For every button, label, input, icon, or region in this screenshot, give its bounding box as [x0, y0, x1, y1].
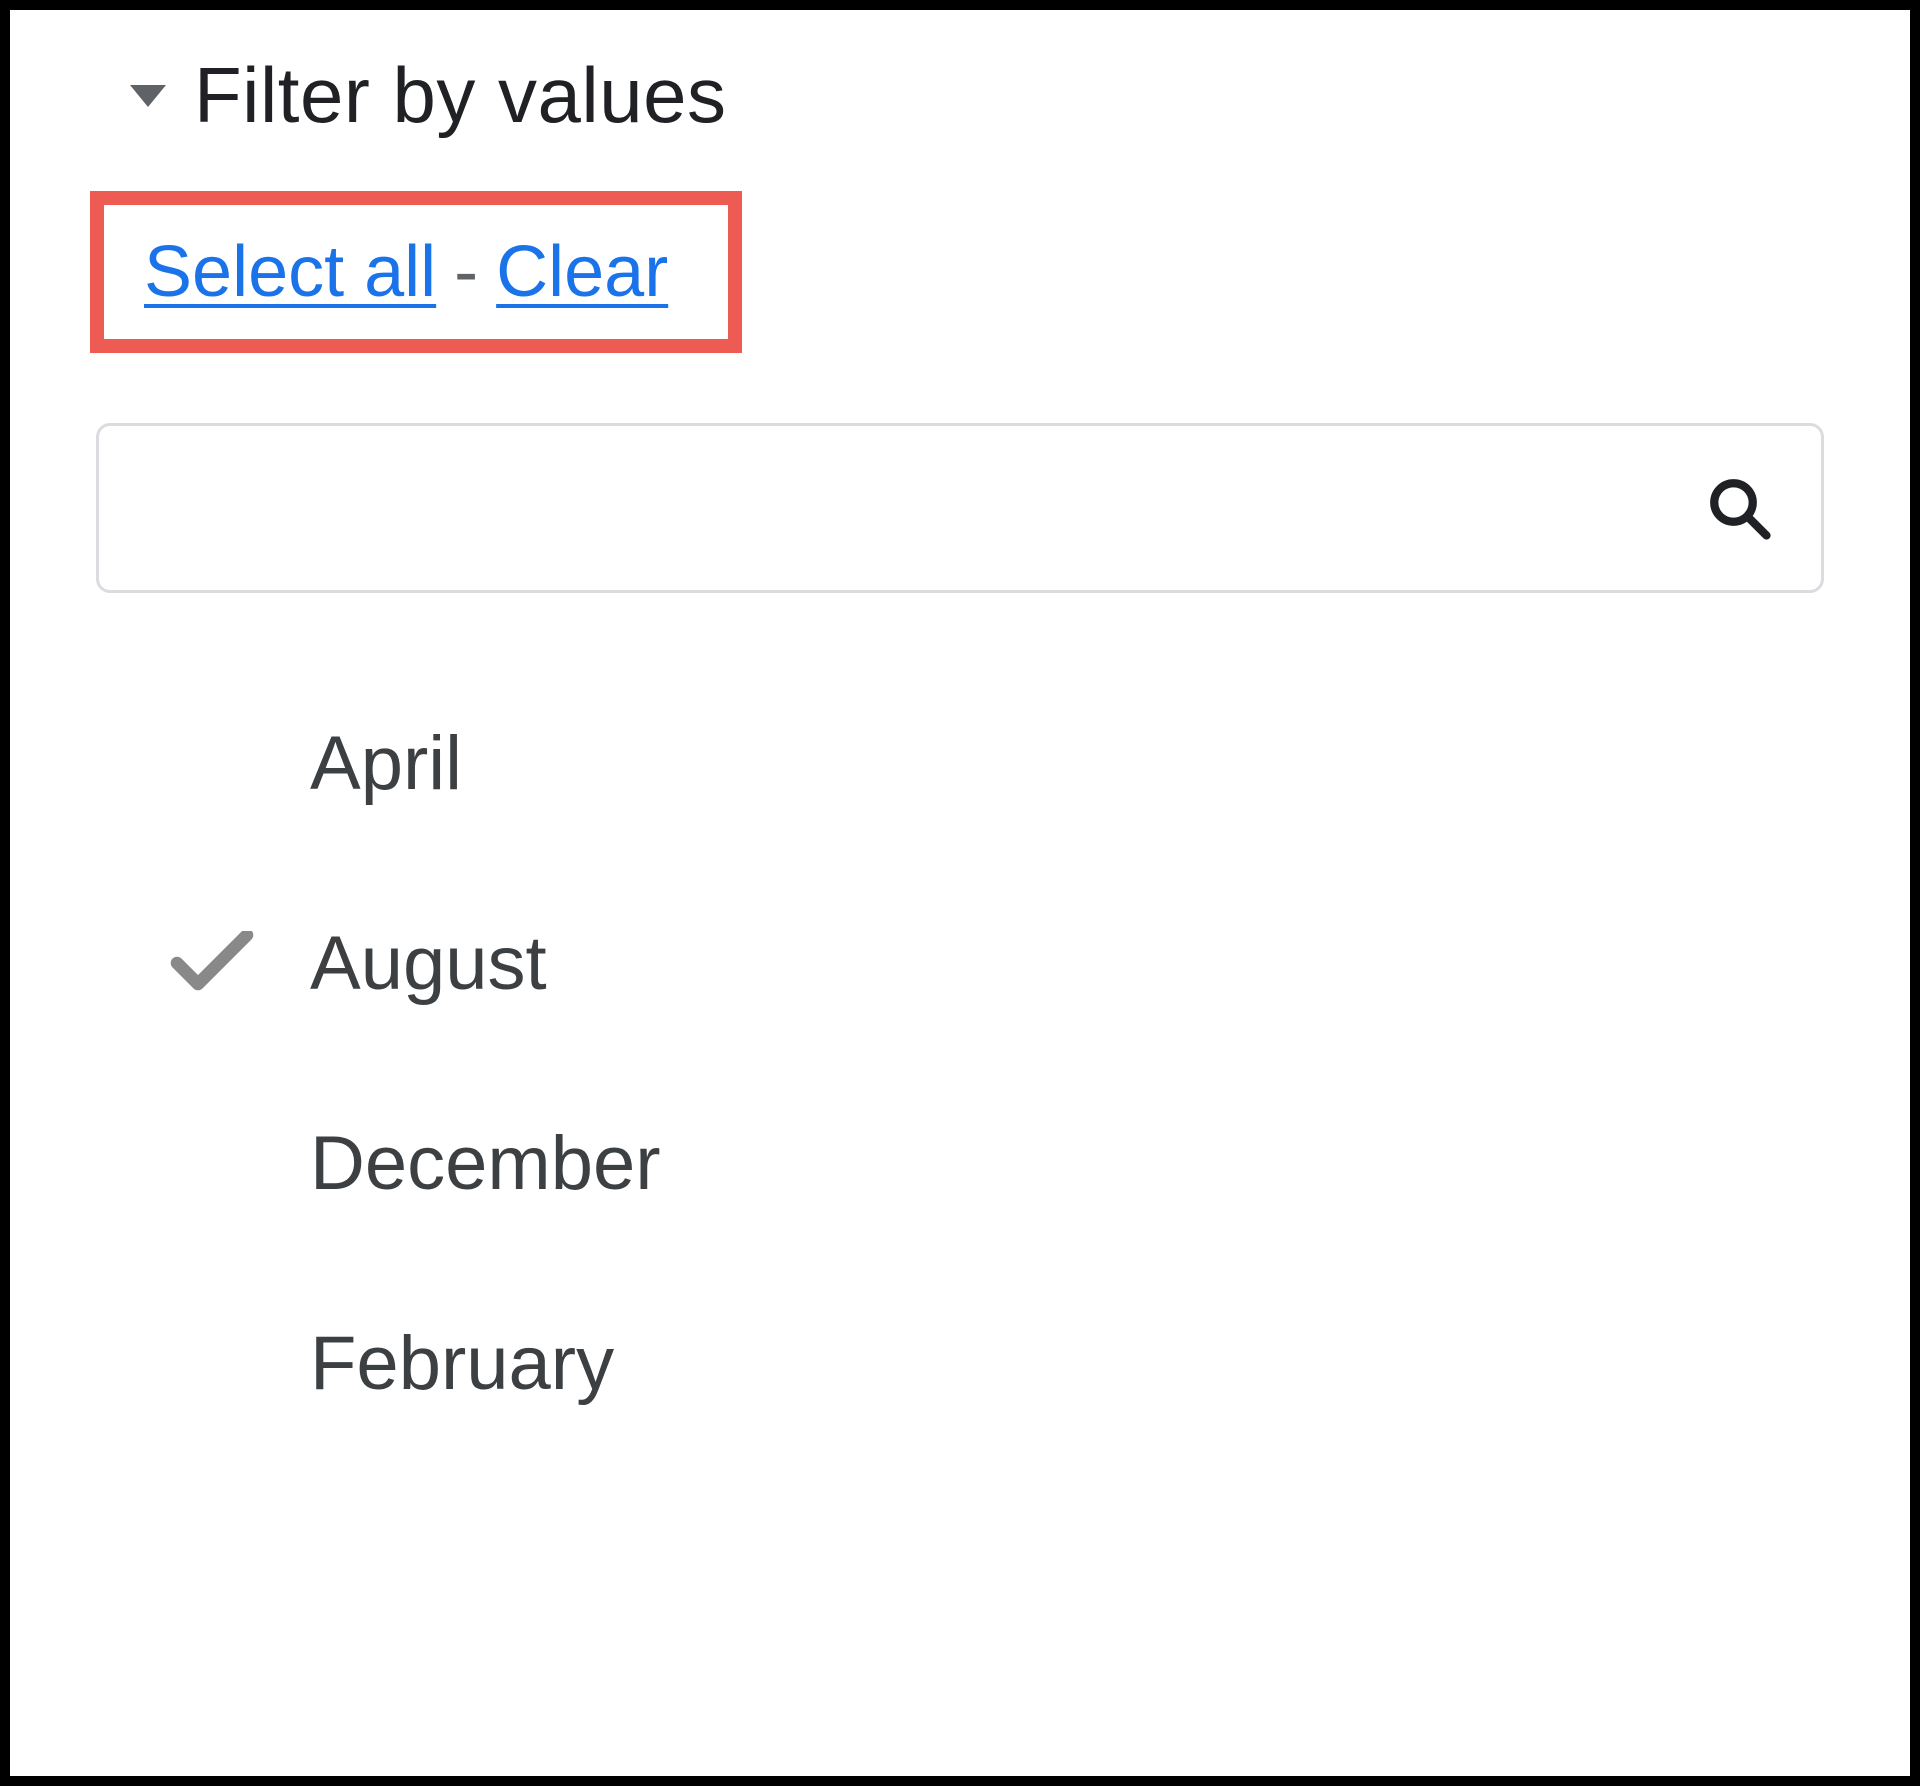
- search-container: [96, 423, 1824, 593]
- item-label: February: [310, 1320, 614, 1407]
- filter-panel: Filter by values Select all - Clear Apri…: [0, 0, 1920, 1786]
- item-label: April: [310, 720, 462, 807]
- search-icon[interactable]: [1704, 473, 1774, 543]
- filter-header[interactable]: Filter by values: [60, 50, 1860, 141]
- select-clear-highlight: Select all - Clear: [90, 191, 742, 353]
- value-list: April August December February: [60, 663, 1860, 1463]
- item-label: August: [310, 920, 547, 1007]
- check-slot: [170, 931, 310, 995]
- select-all-link[interactable]: Select all: [144, 231, 436, 313]
- list-item[interactable]: February: [170, 1263, 1860, 1463]
- filter-title: Filter by values: [194, 50, 727, 141]
- list-item[interactable]: April: [170, 663, 1860, 863]
- check-icon: [170, 931, 254, 995]
- clear-link[interactable]: Clear: [496, 231, 668, 313]
- separator-text: -: [436, 231, 496, 313]
- search-input[interactable]: [96, 423, 1824, 593]
- list-item[interactable]: August: [170, 863, 1860, 1063]
- caret-down-icon: [130, 85, 166, 107]
- item-label: December: [310, 1120, 661, 1207]
- list-item[interactable]: December: [170, 1063, 1860, 1263]
